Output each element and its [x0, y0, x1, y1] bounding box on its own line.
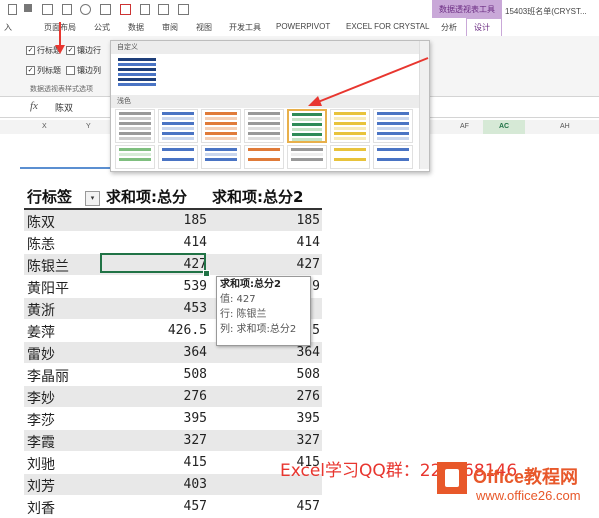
arrow-down-head: [55, 45, 65, 54]
row-label-cell[interactable]: 李晶丽: [27, 366, 69, 386]
row-label-cell[interactable]: 雷妙: [27, 344, 55, 364]
sum-total-cell[interactable]: 426.5: [168, 323, 207, 338]
pivot-row[interactable]: 刘香 457 457: [24, 496, 322, 518]
pivot-header-row: 行标签 ▾ 求和项:总分 求和项:总分2: [24, 182, 322, 210]
sum-total2-cell[interactable]: 9: [312, 279, 320, 294]
row-label-cell[interactable]: 姜萍: [27, 322, 55, 342]
sum-total2-cell[interactable]: 185: [297, 213, 320, 228]
brand-url: www.office26.com: [476, 488, 581, 503]
sum-total-cell[interactable]: 364: [184, 345, 207, 360]
brand-name: Office教程网: [473, 467, 579, 487]
arrow-diagonal-head: [308, 96, 322, 106]
arrow-diagonal-line: [317, 57, 429, 103]
tooltip-column: 列: 求和项:总分2: [220, 324, 297, 335]
row-label-cell[interactable]: 刘香: [27, 498, 55, 518]
row-label-cell[interactable]: 黄浙: [27, 300, 55, 320]
tooltip-title: 求和项:总分2: [220, 279, 281, 290]
pivot-row[interactable]: 李霞 327 327: [24, 430, 322, 452]
sum-total-cell[interactable]: 414: [184, 235, 207, 250]
sum-total2-cell[interactable]: 364: [297, 345, 320, 360]
pivot-row[interactable]: 陈恙 414 414: [24, 232, 322, 254]
office-logo-icon: [437, 462, 467, 494]
fill-handle[interactable]: [203, 270, 210, 277]
pivot-table: 行标签 ▾ 求和项:总分 求和项:总分2 陈双 185 185 陈恙 414 414 陈银兰…: [24, 182, 322, 518]
sum-total2-cell[interactable]: 427: [297, 257, 320, 272]
row-label-cell[interactable]: 李莎: [27, 410, 55, 430]
row-label-cell[interactable]: 黄阳平: [27, 278, 69, 298]
sum-total-cell[interactable]: 415: [184, 455, 207, 470]
sum-total-cell[interactable]: 185: [184, 213, 207, 228]
sum-total2-cell[interactable]: 414: [297, 235, 320, 250]
row-label-cell[interactable]: 李妙: [27, 388, 55, 408]
active-cell-border[interactable]: [100, 253, 206, 273]
value-tooltip: 求和项:总分2 值: 427 行: 陈银兰 列: 求和项:总分2: [216, 276, 311, 346]
sum-total-cell[interactable]: 539: [184, 279, 207, 294]
sum-total-cell[interactable]: 508: [184, 367, 207, 382]
office-logo-mark: [445, 469, 459, 487]
row-label-cell[interactable]: 陈恙: [27, 234, 55, 254]
sum-total-header: 求和项:总分: [106, 188, 187, 206]
sum-total-cell[interactable]: 276: [184, 389, 207, 404]
sum-total2-header: 求和项:总分2: [212, 188, 304, 206]
row-label-cell[interactable]: 刘驰: [27, 454, 55, 474]
row-label-cell[interactable]: 陈银兰: [27, 256, 69, 276]
pivot-row[interactable]: 刘驰 415 415: [24, 452, 322, 474]
sum-total2-cell[interactable]: 5: [312, 323, 320, 338]
sum-total-cell[interactable]: 403: [184, 477, 207, 492]
sum-total2-cell[interactable]: 395: [297, 411, 320, 426]
pivot-row[interactable]: 刘芳 403: [24, 474, 322, 496]
filter-dropdown-icon[interactable]: ▾: [85, 191, 100, 206]
tooltip-value: 值: 427: [220, 294, 256, 305]
pivot-row[interactable]: 李妙 276 276: [24, 386, 322, 408]
pivot-row[interactable]: 李莎 395 395: [24, 408, 322, 430]
sum-total-cell[interactable]: 453: [184, 301, 207, 316]
row-label-cell[interactable]: 李霞: [27, 432, 55, 452]
sum-total-cell[interactable]: 395: [184, 411, 207, 426]
pivot-row[interactable]: 李晶丽 508 508: [24, 364, 322, 386]
row-label-cell[interactable]: 陈双: [27, 212, 55, 232]
sum-total-cell[interactable]: 327: [184, 433, 207, 448]
tooltip-row: 行: 陈银兰: [220, 309, 267, 320]
sum-total2-cell[interactable]: 276: [297, 389, 320, 404]
row-labels-header: 行标签: [27, 188, 73, 206]
sum-total2-cell[interactable]: 508: [297, 367, 320, 382]
pivot-row[interactable]: 陈双 185 185: [24, 210, 322, 232]
row-label-cell[interactable]: 刘芳: [27, 476, 55, 496]
sum-total2-cell[interactable]: 327: [297, 433, 320, 448]
